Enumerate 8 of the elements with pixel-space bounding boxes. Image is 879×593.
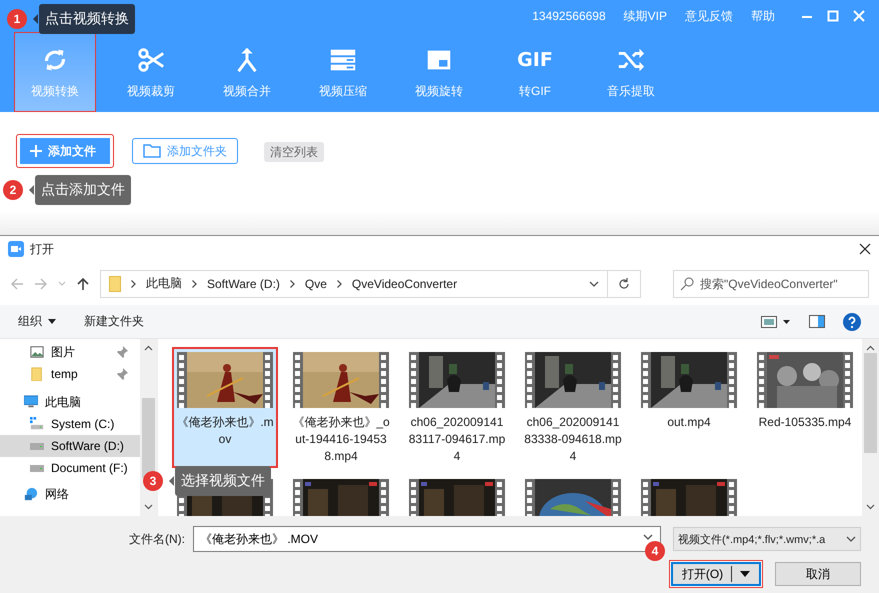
phone-number: 13492566698 [532, 9, 606, 23]
dialog-title: 打开 [30, 240, 54, 258]
step-badge: 3 [143, 471, 163, 491]
step-tooltip: 点击视频转换 [39, 4, 135, 34]
step-tooltip: 选择视频文件 [175, 466, 271, 496]
step-tooltip: 点击添加文件 [35, 175, 131, 205]
filename-label: 文件名(N): [129, 530, 185, 548]
gif-icon: GIF [517, 44, 553, 74]
